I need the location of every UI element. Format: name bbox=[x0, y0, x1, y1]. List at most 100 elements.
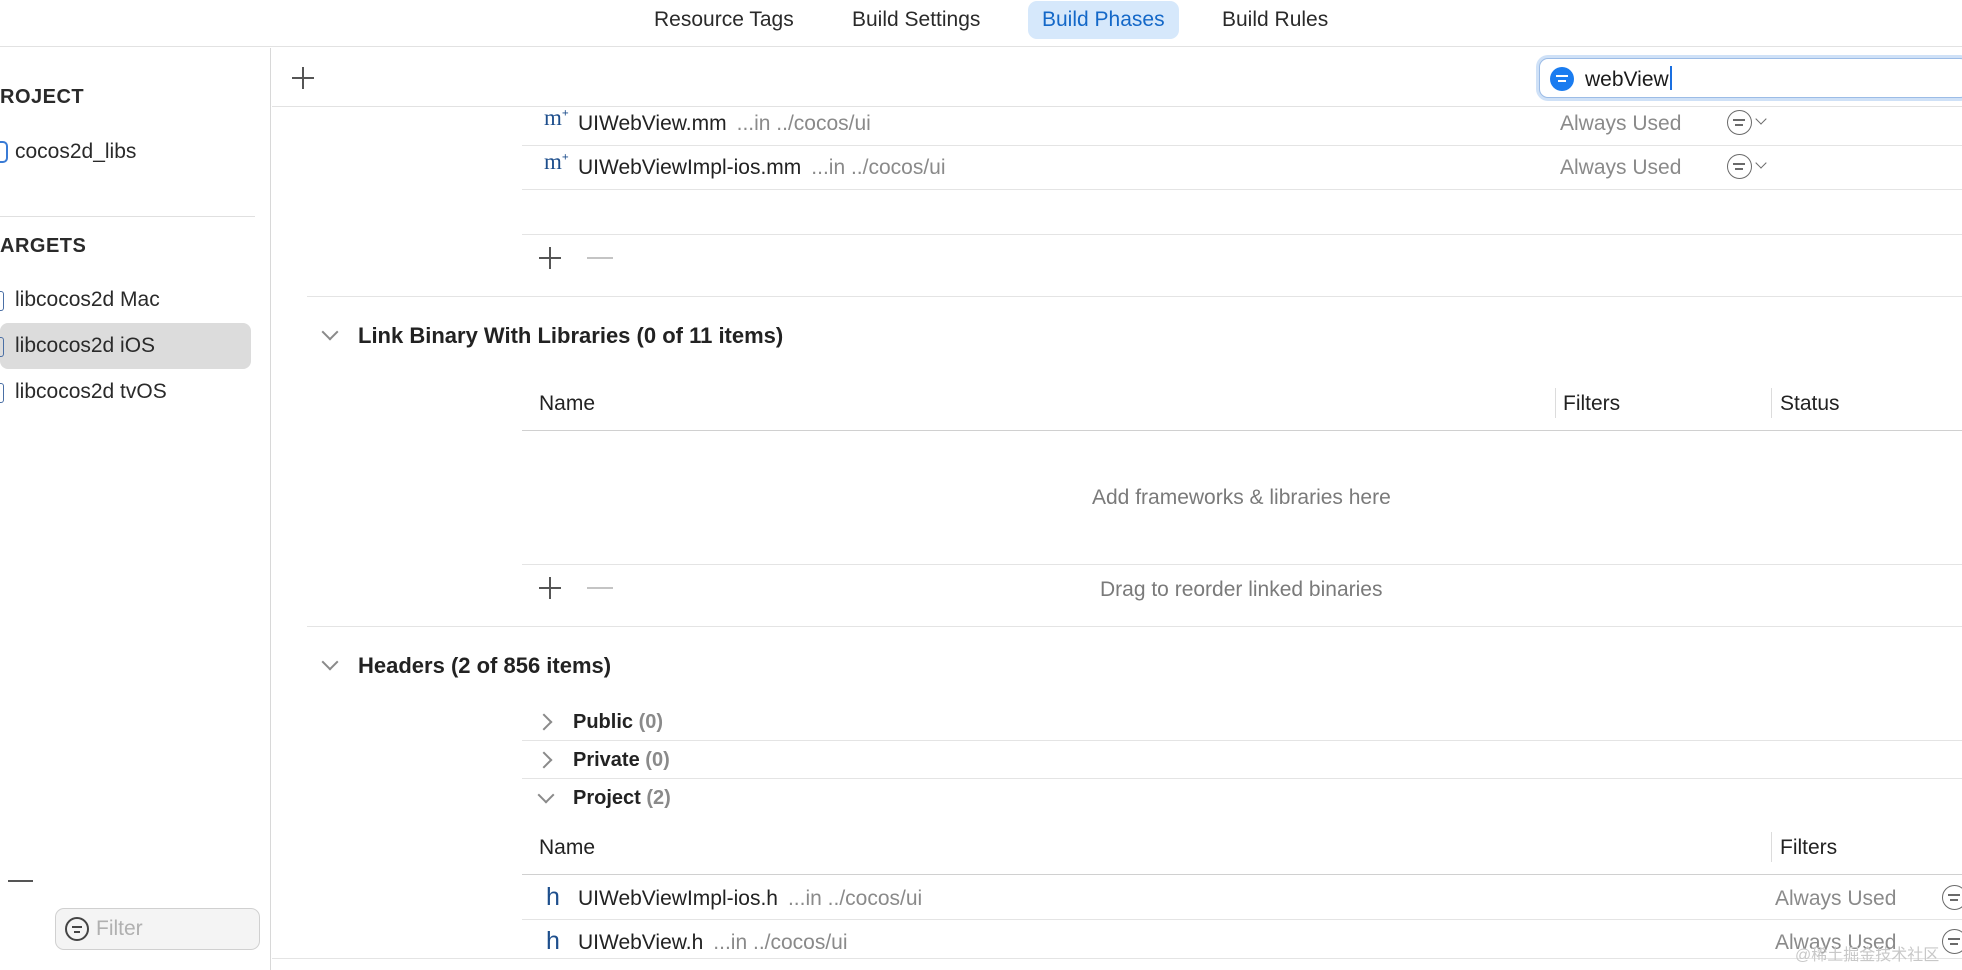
headers-group-project[interactable]: Project (2) bbox=[573, 787, 671, 810]
target-icon bbox=[0, 337, 4, 357]
tab-bar: Resource Tags Build Settings Build Phase… bbox=[0, 0, 1962, 47]
section-divider bbox=[307, 626, 1962, 627]
file-name: UIWebViewImpl-ios.h ...in ../cocos/ui bbox=[578, 887, 922, 911]
filter-icon bbox=[1550, 67, 1574, 91]
tab-resource-tags[interactable]: Resource Tags bbox=[640, 1, 808, 39]
group-count: (2) bbox=[646, 787, 671, 809]
column-header-name[interactable]: Name bbox=[539, 392, 595, 416]
group-label: Public bbox=[573, 711, 634, 733]
table-row[interactable]: m+ UIWebView.mm ...in ../cocos/ui Always … bbox=[522, 102, 1962, 145]
chevron-down-icon[interactable] bbox=[321, 653, 339, 671]
column-separator bbox=[1771, 832, 1772, 862]
sidebar-filter-input[interactable] bbox=[96, 915, 251, 943]
add-phase-button[interactable] bbox=[290, 65, 316, 91]
column-separator bbox=[1555, 388, 1556, 418]
file-name-text: UIWebViewImpl-ios.h bbox=[578, 887, 778, 910]
bottom-divider bbox=[272, 958, 1962, 959]
headers-group-public[interactable]: Public (0) bbox=[573, 711, 663, 734]
table-row[interactable]: m+ UIWebViewImpl-ios.mm ...in ../cocos/ui… bbox=[522, 146, 1962, 189]
column-header-filters[interactable]: Filters bbox=[1563, 392, 1620, 416]
filter-icon bbox=[1942, 929, 1962, 954]
file-path: ...in ../cocos/ui bbox=[713, 931, 848, 954]
add-library-button[interactable] bbox=[537, 575, 563, 601]
drag-reorder-hint: Drag to reorder linked binaries bbox=[1100, 578, 1383, 601]
filter-icon bbox=[1727, 110, 1752, 135]
platform-filter-popup[interactable] bbox=[1727, 110, 1773, 136]
link-binary-section-title[interactable]: Link Binary With Libraries (0 of 11 item… bbox=[358, 323, 783, 349]
chevron-down-icon[interactable] bbox=[537, 786, 555, 804]
sidebar-item-project[interactable]: cocos2d_libs bbox=[0, 129, 251, 175]
chevron-down-icon bbox=[1755, 113, 1767, 125]
sidebar-item-target-ios[interactable]: libcocos2d iOS bbox=[0, 323, 251, 369]
file-path: ...in ../cocos/ui bbox=[811, 156, 946, 179]
section-divider bbox=[307, 296, 1962, 297]
row-divider bbox=[522, 919, 1962, 920]
platform-filter-popup[interactable] bbox=[1942, 929, 1962, 955]
sidebar-filter[interactable] bbox=[55, 908, 260, 950]
remove-library-button[interactable] bbox=[587, 575, 613, 601]
search-value[interactable]: webView bbox=[1585, 66, 1672, 92]
add-file-button[interactable] bbox=[537, 245, 563, 271]
file-name-text: UIWebView.mm bbox=[578, 112, 727, 135]
phase-search-field[interactable]: webView bbox=[1539, 58, 1962, 98]
sidebar-item-label: libcocos2d tvOS bbox=[15, 380, 167, 403]
usage-label: Always Used bbox=[1560, 156, 1682, 179]
tab-build-rules[interactable]: Build Rules bbox=[1208, 1, 1342, 39]
tab-build-settings[interactable]: Build Settings bbox=[838, 1, 994, 39]
project-heading: ROJECT bbox=[0, 86, 85, 108]
column-header-filters[interactable]: Filters bbox=[1780, 836, 1837, 860]
chevron-right-icon[interactable] bbox=[535, 751, 553, 769]
file-name-text: UIWebView.h bbox=[578, 931, 704, 954]
header-file-icon: h bbox=[546, 883, 560, 911]
targets-heading: ARGETS bbox=[0, 235, 87, 257]
file-name: UIWebView.h ...in ../cocos/ui bbox=[578, 931, 848, 955]
remove-file-button[interactable] bbox=[587, 245, 613, 271]
file-name: UIWebView.mm ...in ../cocos/ui bbox=[578, 112, 871, 136]
chevron-right-icon[interactable] bbox=[535, 713, 553, 731]
remove-target-button[interactable] bbox=[8, 880, 33, 882]
target-icon bbox=[0, 383, 4, 403]
filter-icon bbox=[1942, 885, 1962, 910]
row-divider bbox=[522, 778, 1962, 779]
headers-section-title[interactable]: Headers (2 of 856 items) bbox=[358, 653, 611, 679]
tab-build-phases[interactable]: Build Phases bbox=[1028, 1, 1179, 39]
sidebar-item-target-mac[interactable]: libcocos2d Mac bbox=[0, 277, 251, 323]
search-text: webView bbox=[1585, 68, 1669, 91]
chevron-down-icon[interactable] bbox=[321, 323, 339, 341]
usage-label: Always Used bbox=[1775, 887, 1897, 910]
sidebar-item-label: libcocos2d Mac bbox=[15, 288, 160, 311]
platform-filter-popup[interactable] bbox=[1727, 154, 1773, 180]
objc-source-icon: m+ bbox=[544, 105, 569, 130]
sidebar-divider bbox=[0, 216, 255, 217]
group-label: Project bbox=[573, 787, 641, 809]
row-divider bbox=[522, 740, 1962, 741]
file-name: UIWebViewImpl-ios.mm ...in ../cocos/ui bbox=[578, 156, 946, 180]
table-row[interactable]: h UIWebViewImpl-ios.h ...in ../cocos/ui A… bbox=[522, 877, 1962, 920]
sidebar-item-label: cocos2d_libs bbox=[15, 140, 137, 163]
headers-group-private[interactable]: Private (0) bbox=[573, 749, 670, 772]
empty-libraries-message: Add frameworks & libraries here bbox=[1092, 486, 1391, 509]
sidebar-item-target-tvos[interactable]: libcocos2d tvOS bbox=[0, 369, 251, 415]
group-count: (0) bbox=[638, 711, 664, 733]
group-count: (0) bbox=[645, 749, 670, 771]
header-divider bbox=[522, 874, 1962, 875]
column-header-name[interactable]: Name bbox=[539, 836, 595, 860]
row-divider bbox=[522, 234, 1962, 235]
column-separator bbox=[1771, 388, 1772, 418]
header-divider bbox=[522, 430, 1962, 431]
filter-icon bbox=[1727, 154, 1752, 179]
file-path: ...in ../cocos/ui bbox=[736, 112, 871, 135]
sidebar-item-label: libcocos2d iOS bbox=[15, 334, 156, 357]
platform-filter-popup[interactable] bbox=[1942, 885, 1962, 911]
row-divider bbox=[522, 189, 1962, 190]
file-path: ...in ../cocos/ui bbox=[787, 887, 923, 910]
file-name-text: UIWebViewImpl-ios.mm bbox=[578, 156, 802, 179]
watermark: @稀土掘金技术社区 bbox=[1795, 947, 1940, 964]
objc-source-icon: m+ bbox=[544, 149, 569, 174]
header-file-icon: h bbox=[546, 927, 560, 955]
column-header-status[interactable]: Status bbox=[1780, 392, 1840, 416]
text-caret bbox=[1669, 66, 1672, 90]
sidebar: ROJECT cocos2d_libs ARGETS libcocos2d Ma… bbox=[0, 48, 271, 970]
usage-label: Always Used bbox=[1560, 112, 1682, 135]
row-divider bbox=[522, 564, 1962, 565]
